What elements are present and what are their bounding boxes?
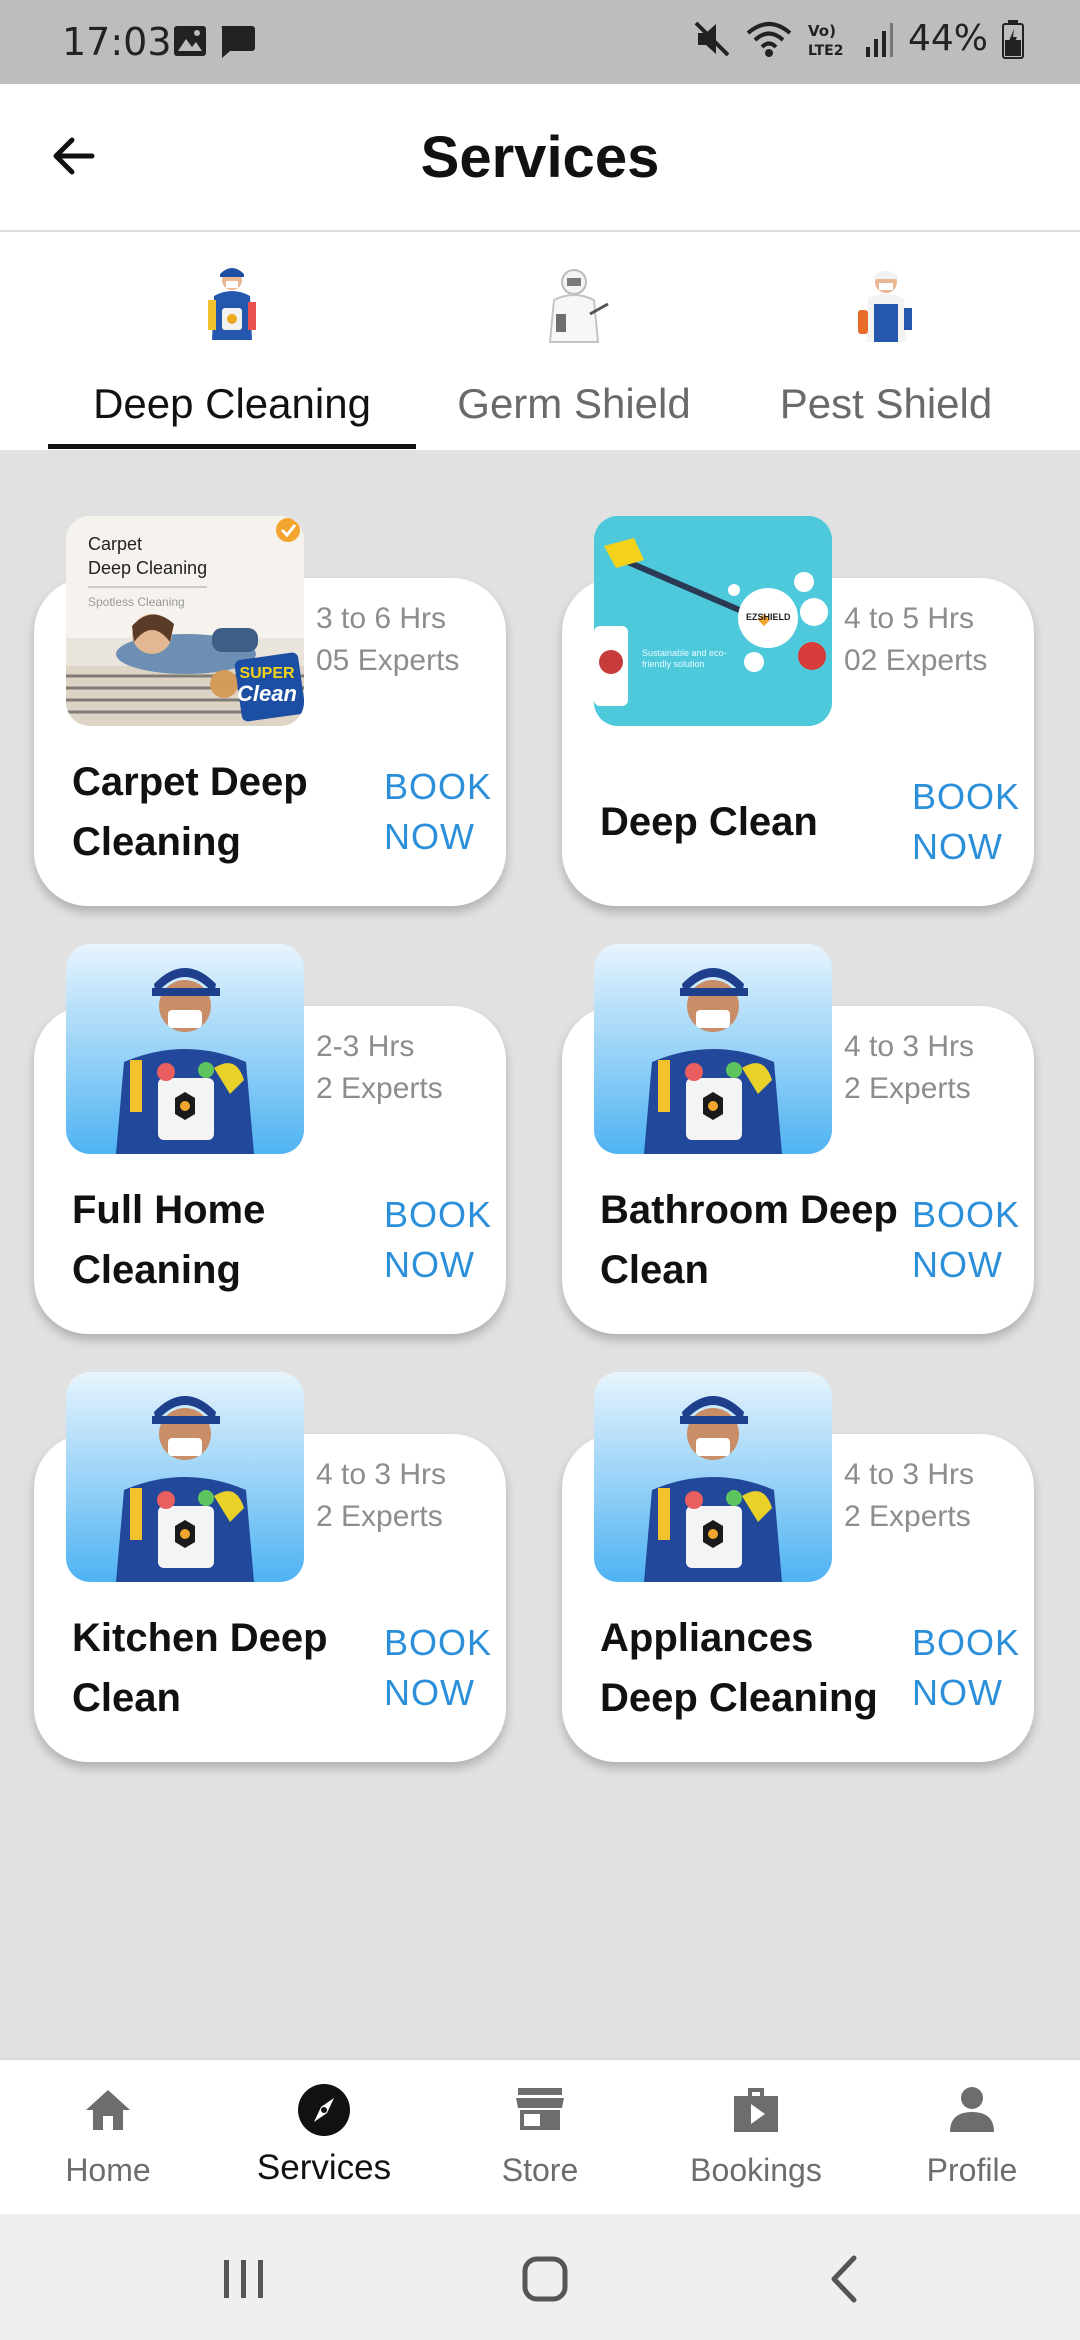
deep-clean-image: EZSHIELD Sustainable and eco-friendly so… — [594, 516, 832, 726]
brand-tagline: Sustainable and eco-friendly solution — [642, 648, 727, 669]
active-tab-indicator — [48, 444, 416, 449]
service-meta: 4 to 5 Hrs 02 Experts — [844, 602, 988, 677]
bottom-navigation: Home Services Store Bookings Profile — [0, 2058, 1080, 2214]
tab-label: Pest Shield — [779, 380, 993, 427]
service-name: Deep Clean — [600, 800, 818, 844]
service-meta: 3 to 6 Hrs 05 Experts — [316, 602, 460, 677]
mute-icon — [694, 21, 730, 56]
book-now-button[interactable]: BOOK NOW — [912, 1190, 1020, 1290]
tab-label: Deep Cleaning — [93, 380, 371, 427]
service-meta: 2-3 Hrs 2 Experts — [316, 1030, 443, 1105]
store-icon — [516, 2088, 564, 2130]
signal-icon — [865, 22, 893, 57]
pest-worker-icon — [858, 271, 912, 342]
carpet-cleaning-image: Carpet Deep Cleaning Spotless Cleaning S… — [66, 516, 304, 726]
nav-label: Store — [501, 2152, 579, 2188]
service-name: Kitchen Deep Clean — [72, 1616, 328, 1720]
book-now-button[interactable]: BOOK NOW — [384, 762, 492, 862]
battery-icon — [1002, 19, 1024, 59]
tab-pest-shield[interactable]: Pest Shield — [756, 232, 1016, 450]
cleaner-photo — [594, 1372, 832, 1582]
home-icon — [86, 2090, 130, 2130]
wifi-icon — [746, 21, 792, 57]
page-title: Services — [420, 125, 660, 190]
svg-text:Vo): Vo) — [808, 22, 836, 40]
nav-label: Profile — [926, 2152, 1018, 2188]
person-icon — [950, 2087, 994, 2132]
recent-apps-icon[interactable] — [208, 2244, 278, 2314]
nav-services[interactable]: Services — [216, 2060, 432, 2216]
cleaner-photo — [594, 944, 832, 1154]
battery-percent: 44% — [907, 18, 988, 59]
nav-label: Services — [256, 2148, 392, 2187]
nav-bookings[interactable]: Bookings — [648, 2060, 864, 2216]
tab-label: Germ Shield — [457, 380, 691, 427]
service-meta: 4 to 3 Hrs 2 Experts — [316, 1458, 447, 1533]
nav-label: Home — [65, 2152, 151, 2188]
image-caption: Carpet Deep Cleaning Spotless Cleaning — [88, 532, 208, 614]
super-clean-badge: SUPER Clean — [237, 665, 297, 706]
hazmat-worker-icon — [548, 269, 609, 343]
cleaner-photo — [66, 1372, 304, 1582]
service-meta: 4 to 3 Hrs 2 Experts — [844, 1458, 975, 1533]
service-meta: 4 to 3 Hrs 2 Experts — [844, 1030, 975, 1105]
cleaner-photo — [66, 944, 304, 1154]
book-now-button[interactable]: BOOK NOW — [912, 772, 1020, 872]
app-header: Services — [0, 84, 1080, 232]
volte-icon: Vo) LTE2 — [808, 22, 843, 59]
back-nav-icon[interactable] — [810, 2244, 880, 2314]
status-time: 17:03 — [62, 20, 172, 64]
gallery-icon — [174, 26, 206, 56]
status-bar: 17:03 Vo) LTE2 44% — [0, 0, 1080, 84]
svg-text:LTE2: LTE2 — [808, 43, 843, 59]
tab-deep-cleaning[interactable]: Deep Cleaning — [48, 232, 416, 450]
nav-profile[interactable]: Profile — [864, 2060, 1080, 2216]
briefcase-play-icon — [734, 2088, 778, 2132]
home-button-icon[interactable] — [510, 2244, 580, 2314]
service-name: Carpet Deep Cleaning — [72, 760, 308, 864]
nav-store[interactable]: Store — [432, 2060, 648, 2216]
brand-label: EZSHIELD — [746, 612, 791, 622]
category-tabs: Deep Cleaning Germ Shield Pest Shield — [0, 232, 1080, 450]
book-now-button[interactable]: BOOK NOW — [912, 1618, 1020, 1718]
service-name: Appliances Deep Cleaning — [600, 1616, 878, 1720]
service-name: Full Home Cleaning — [72, 1188, 266, 1292]
tab-germ-shield[interactable]: Germ Shield — [440, 232, 708, 450]
nav-home[interactable]: Home — [0, 2060, 216, 2216]
book-now-button[interactable]: BOOK NOW — [384, 1618, 492, 1718]
message-icon — [221, 26, 255, 58]
cleaner-worker-icon — [208, 268, 256, 340]
system-navigation-bar — [0, 2214, 1080, 2340]
nav-label: Bookings — [690, 2152, 822, 2188]
service-name: Bathroom Deep Clean — [600, 1188, 898, 1292]
compass-icon — [298, 2084, 350, 2136]
book-now-button[interactable]: BOOK NOW — [384, 1190, 492, 1290]
